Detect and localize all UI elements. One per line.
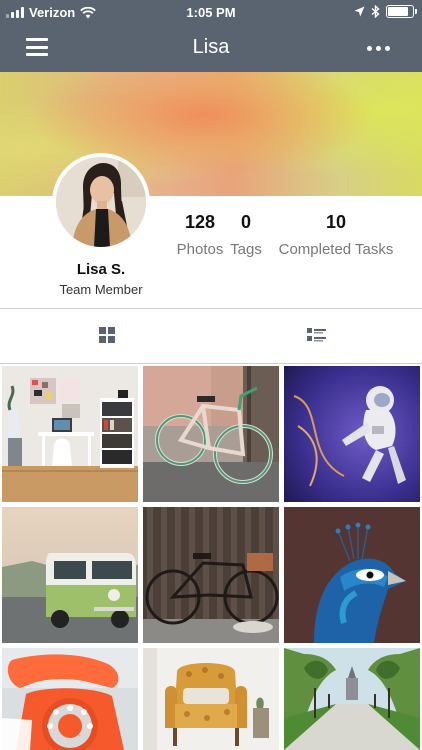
top-bar: Verizon 1:05 PM Lisa: [0, 0, 422, 72]
photo-tile-red-telephone[interactable]: [2, 648, 138, 750]
photo-tile-green-van[interactable]: [2, 507, 138, 643]
profile-name: Lisa S.: [76, 261, 126, 278]
profile-role: Team Member: [59, 282, 143, 297]
nav-bar: Lisa: [0, 24, 422, 72]
grid-view-icon[interactable]: [94, 324, 120, 346]
stat-tags-label[interactable]: Tags: [226, 241, 266, 258]
bluetooth-icon: [371, 5, 380, 18]
photo-tile-pink-bicycle[interactable]: [143, 366, 279, 502]
photo-tile-tree-path[interactable]: [284, 648, 420, 750]
divider: [0, 363, 422, 364]
stat-tasks-count: 10: [325, 212, 347, 232]
stat-tasks-label[interactable]: Completed Tasks: [272, 241, 400, 258]
battery-icon: [386, 5, 417, 18]
more-horizontal-icon[interactable]: [367, 46, 390, 51]
photo-tile-bicycle-wall[interactable]: [143, 507, 279, 643]
stat-tags-count: 0: [240, 212, 251, 232]
divider: [0, 308, 422, 309]
photo-tile-armchair[interactable]: [143, 648, 279, 750]
stat-photos-label[interactable]: Photos: [170, 241, 230, 258]
status-bar: Verizon 1:05 PM: [0, 0, 422, 24]
avatar[interactable]: [52, 153, 150, 251]
photo-tile-workspace[interactable]: [2, 366, 138, 502]
list-view-icon[interactable]: [303, 324, 329, 346]
page-title: Lisa: [192, 36, 230, 58]
photo-tile-peacock[interactable]: [284, 507, 420, 643]
location-arrow-icon: [354, 6, 365, 17]
avatar-photo: [56, 157, 146, 247]
stat-photos-count: 128: [184, 212, 216, 232]
photo-tile-astronaut[interactable]: [284, 366, 420, 502]
